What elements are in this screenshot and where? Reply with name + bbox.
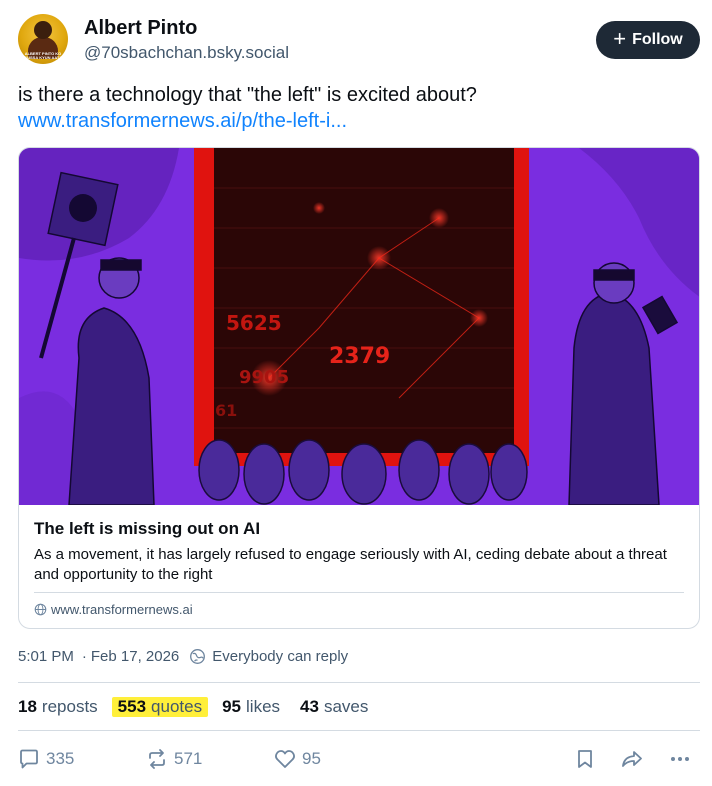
reply-setting-globe-icon <box>190 649 206 664</box>
reply-setting-label: Everybody can reply <box>212 648 349 665</box>
post-date: Feb 17, 2026 <box>90 648 180 665</box>
reposts-label: reposts <box>41 697 98 716</box>
bookmark-button[interactable] <box>574 744 596 774</box>
quotes-stat[interactable]: 553 quotes <box>111 697 209 717</box>
globe-icon <box>34 603 47 616</box>
reply-setting[interactable]: Everybody can reply <box>189 648 348 665</box>
card-domain-text: www.transformernews.ai <box>51 602 193 617</box>
saves-stat[interactable]: 43 saves <box>300 697 368 717</box>
link-card[interactable]: 5625 2379 9905 61 The left is missing ou… <box>18 147 700 629</box>
share-button[interactable] <box>620 744 644 774</box>
saves-label: saves <box>323 697 369 716</box>
quotes-label: quotes <box>151 697 203 716</box>
bookmark-icon <box>578 750 592 768</box>
more-dots-icon <box>671 757 689 761</box>
post-actions: 335 571 95 <box>18 744 694 774</box>
like-button[interactable]: 95 <box>274 744 321 774</box>
saves-count: 43 <box>300 697 319 716</box>
post-header: ALBERT PINTO KO GUSSA KYUN AATA HAI Albe… <box>18 12 700 72</box>
more-options-button[interactable] <box>668 744 692 774</box>
stats-bottom-divider <box>18 730 700 731</box>
quotes-count: 553 <box>117 697 147 716</box>
card-description: As a movement, it has largely refused to… <box>34 546 667 583</box>
likes-label: likes <box>246 697 281 716</box>
image-number-2: 2379 <box>329 344 390 369</box>
repost-icon <box>149 749 165 769</box>
image-number-4: 61 <box>215 401 237 420</box>
reposts-stat[interactable]: 18 reposts <box>18 697 98 717</box>
avatar-caption: ALBERT PINTO KO GUSSA KYUN AATA HAI <box>24 52 62 60</box>
card-image[interactable]: 5625 2379 9905 61 <box>19 148 700 505</box>
reposts-count: 18 <box>18 697 37 716</box>
card-domain[interactable]: www.transformernews.ai <box>34 602 193 617</box>
follow-button[interactable]: + Follow <box>596 21 700 59</box>
likes-count: 95 <box>222 697 242 716</box>
like-count: 95 <box>302 749 321 768</box>
post-time: 5:01 PM <box>18 648 74 665</box>
post-body: is there a technology that "the left" is… <box>18 82 698 134</box>
author-name[interactable]: Albert Pinto <box>84 17 197 40</box>
likes-stat[interactable]: 95 likes <box>222 697 280 717</box>
image-number-3: 9905 <box>239 367 289 388</box>
post-link[interactable]: www.transformernews.ai/p/the-left-i... <box>18 108 698 134</box>
author-avatar[interactable]: ALBERT PINTO KO GUSSA KYUN AATA HAI <box>18 14 68 64</box>
follow-label: Follow <box>632 31 683 48</box>
author-handle[interactable]: @70sbachchan.bsky.social <box>84 43 289 63</box>
post-meta: 5:01 PM · Feb 17, 2026 Everybody can rep… <box>18 648 348 665</box>
card-divider <box>34 592 684 593</box>
share-icon <box>622 751 642 767</box>
reply-count: 335 <box>46 749 75 768</box>
meta-separator: · <box>81 648 87 665</box>
post-stats: 18 reposts 553 quotes 95 likes 43 saves <box>18 694 388 720</box>
repost-button[interactable]: 571 <box>146 744 202 774</box>
card-title[interactable]: The left is missing out on AI <box>34 519 260 539</box>
repost-count: 571 <box>174 749 203 768</box>
stats-top-divider <box>18 682 700 683</box>
heart-icon <box>275 750 295 768</box>
post-text: is there a technology that "the left" is… <box>18 84 477 106</box>
plus-icon: + <box>613 26 627 51</box>
comment-icon <box>20 749 38 769</box>
image-number-1: 5625 <box>226 311 282 335</box>
reply-button[interactable]: 335 <box>18 744 74 774</box>
